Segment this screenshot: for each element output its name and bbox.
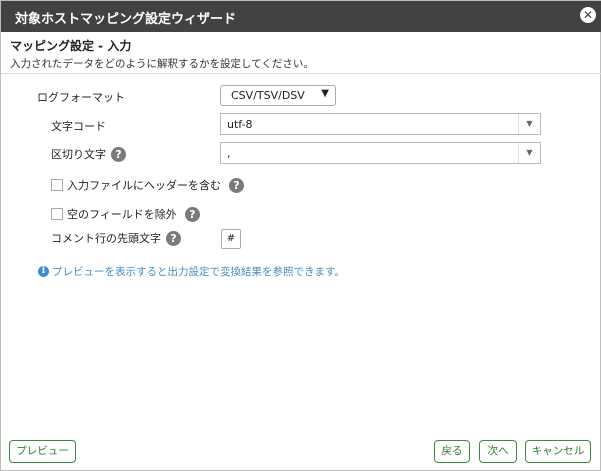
comment-prefix-input[interactable]: # — [221, 229, 241, 249]
help-icon[interactable]: ? — [111, 146, 126, 162]
log-format-value: CSV/TSV/DSV — [231, 89, 305, 102]
next-button[interactable]: 次へ — [479, 440, 517, 463]
charset-dropdown-icon[interactable]: ▼ — [518, 114, 540, 134]
wizard-dialog: 対象ホストマッピング設定ウィザード ✕ マッピング設定 - 入力 入力されたデー… — [0, 0, 601, 471]
cancel-button[interactable]: キャンセル — [525, 440, 591, 463]
log-format-label: ログフォーマット — [37, 89, 125, 105]
charset-value: utf-8 — [227, 118, 253, 131]
help-icon[interactable]: ? — [229, 177, 244, 193]
comment-prefix-label: コメント行の先頭文字 ? — [51, 230, 181, 246]
info-icon: i — [38, 266, 49, 277]
exclude-empty-checkbox-row[interactable]: 空のフィールドを除外 ? — [51, 206, 200, 222]
exclude-empty-checkbox[interactable] — [51, 208, 63, 220]
help-icon[interactable]: ? — [166, 230, 181, 246]
section-description: 入力されたデータをどのように解釈するかを設定してください。 — [10, 58, 314, 70]
header-checkbox[interactable] — [51, 179, 63, 191]
info-text: プレビューを表示すると出力設定で変換結果を参照できます。 — [52, 266, 345, 278]
header-checkbox-row[interactable]: 入力ファイルにヘッダーを含む ? — [51, 177, 244, 193]
section-title: マッピング設定 - 入力 — [10, 39, 132, 53]
delimiter-dropdown-icon[interactable]: ▼ — [518, 143, 540, 163]
info-message: i プレビューを表示すると出力設定で変換結果を参照できます。 — [38, 264, 345, 279]
close-icon[interactable]: ✕ — [580, 7, 596, 23]
delimiter-label: 区切り文字 ? — [51, 146, 126, 162]
log-format-select[interactable]: CSV/TSV/DSV ▼ — [220, 85, 336, 106]
preview-button[interactable]: プレビュー — [9, 440, 76, 463]
chevron-down-icon: ▼ — [321, 88, 329, 99]
comment-prefix-label-text: コメント行の先頭文字 — [51, 232, 161, 245]
title-bar: 対象ホストマッピング設定ウィザード ✕ — [1, 1, 601, 32]
charset-combobox[interactable]: utf-8 ▼ — [220, 113, 541, 135]
dialog-title: 対象ホストマッピング設定ウィザード — [15, 12, 237, 27]
charset-label-text: 文字コード — [51, 120, 106, 133]
delimiter-combobox[interactable]: , ▼ — [220, 142, 541, 164]
help-icon[interactable]: ? — [184, 206, 200, 222]
delimiter-value: , — [227, 147, 231, 160]
header-checkbox-label: 入力ファイルにヘッダーを含む — [67, 179, 221, 192]
log-format-label-text: ログフォーマット — [37, 91, 125, 104]
charset-label: 文字コード — [51, 118, 106, 134]
divider — [1, 73, 601, 74]
back-button[interactable]: 戻る — [434, 440, 470, 463]
exclude-empty-label: 空のフィールドを除外 — [67, 208, 177, 221]
delimiter-label-text: 区切り文字 — [51, 148, 106, 161]
